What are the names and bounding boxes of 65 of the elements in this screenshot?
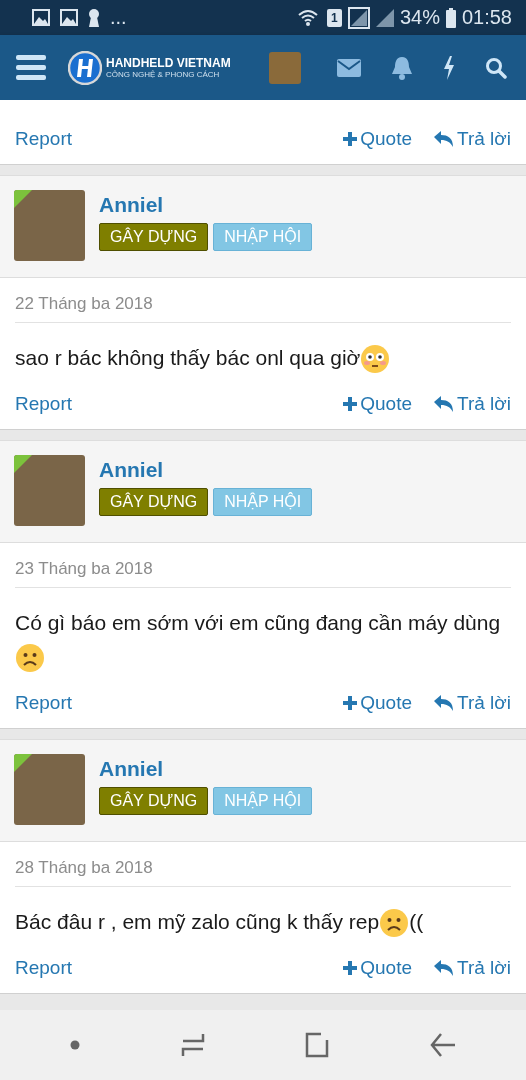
user-avatar-photo[interactable] bbox=[14, 455, 85, 526]
quote-link[interactable]: Quote bbox=[343, 393, 412, 415]
bell-icon[interactable] bbox=[390, 55, 413, 80]
reply-arrow-icon bbox=[434, 131, 454, 147]
quote-link[interactable]: Quote bbox=[343, 692, 412, 714]
online-indicator bbox=[14, 455, 32, 473]
sad-emoji-icon bbox=[15, 643, 45, 674]
post-message: Có gì báo em sớm với em cũng đang cần máy dùng bbox=[15, 588, 511, 684]
reply-arrow-icon bbox=[434, 695, 454, 711]
signal-icon bbox=[375, 8, 394, 27]
reply-link[interactable]: Trả lời bbox=[434, 957, 511, 979]
user-title-label: NHẬP HỘI bbox=[213, 787, 313, 815]
clock-time: 01:58 bbox=[461, 6, 512, 29]
user-title-label: NHẬP HỘI bbox=[213, 488, 313, 516]
username-link[interactable]: Anniel bbox=[99, 193, 313, 217]
back-arrow-icon[interactable] bbox=[429, 1033, 456, 1057]
plus-icon bbox=[343, 132, 358, 146]
user-title-label: NHẬP HỘI bbox=[213, 223, 313, 251]
flushed-emoji-icon bbox=[360, 344, 391, 375]
image-notification-icon bbox=[60, 9, 78, 26]
reply-link[interactable]: Trả lời bbox=[434, 692, 511, 714]
reply-link[interactable]: Trả lời bbox=[434, 393, 511, 415]
sim-indicator: 1 bbox=[326, 8, 342, 27]
logo-icon[interactable] bbox=[68, 50, 102, 85]
user-title-label: GÂY DỰNG bbox=[99, 223, 209, 251]
report-link[interactable]: Report bbox=[15, 393, 73, 415]
menu-icon[interactable] bbox=[16, 54, 46, 81]
user-title-label: GÂY DỰNG bbox=[99, 787, 209, 815]
user-avatar-photo[interactable] bbox=[14, 190, 85, 261]
online-indicator bbox=[14, 754, 32, 772]
username-link[interactable]: Anniel bbox=[99, 757, 313, 781]
post-date: 23 Tháng ba 2018 bbox=[15, 543, 511, 588]
user-title-label: GÂY DỰNG bbox=[99, 488, 209, 516]
signal-icon bbox=[347, 6, 370, 29]
reply-arrow-icon bbox=[434, 396, 454, 412]
search-icon[interactable] bbox=[484, 56, 507, 79]
brand-name[interactable]: HANDHELD VIETNAM bbox=[106, 56, 231, 70]
online-indicator bbox=[14, 190, 32, 208]
brand-tagline: CÔNG NGHỆ & PHONG CÁCH bbox=[106, 70, 221, 79]
post-message: Bác đâu r , em mỹ zalo cũng k thấy rep (( bbox=[15, 887, 511, 949]
lightning-icon[interactable] bbox=[442, 55, 455, 80]
plus-icon bbox=[343, 397, 358, 411]
reply-arrow-icon bbox=[434, 960, 454, 976]
battery-icon bbox=[445, 7, 456, 28]
post-message: sao r bác không thấy bác onl qua giờ bbox=[15, 323, 511, 385]
sad-emoji-icon bbox=[379, 908, 410, 939]
quote-link[interactable]: Quote bbox=[343, 128, 412, 150]
reply-link[interactable]: Trả lời bbox=[434, 128, 511, 150]
plus-icon bbox=[343, 696, 358, 710]
mail-icon[interactable] bbox=[336, 58, 361, 77]
report-link[interactable]: Report bbox=[15, 957, 73, 979]
user-avatar-photo[interactable] bbox=[14, 754, 85, 825]
more-notifications-text: ... bbox=[110, 6, 127, 29]
username-link[interactable]: Anniel bbox=[99, 458, 313, 482]
report-link[interactable]: Report bbox=[15, 692, 73, 714]
post-date: 22 Tháng ba 2018 bbox=[15, 278, 511, 323]
keyhole-icon bbox=[88, 8, 100, 27]
dot-icon[interactable] bbox=[70, 1040, 81, 1050]
image-notification-icon bbox=[32, 9, 50, 26]
plus-icon bbox=[343, 961, 358, 975]
recent-apps-icon[interactable] bbox=[180, 1033, 205, 1057]
report-link[interactable]: Report bbox=[15, 128, 73, 150]
post-date: 28 Tháng ba 2018 bbox=[15, 842, 511, 887]
battery-percentage: 34% bbox=[399, 6, 440, 29]
quote-link[interactable]: Quote bbox=[343, 957, 412, 979]
